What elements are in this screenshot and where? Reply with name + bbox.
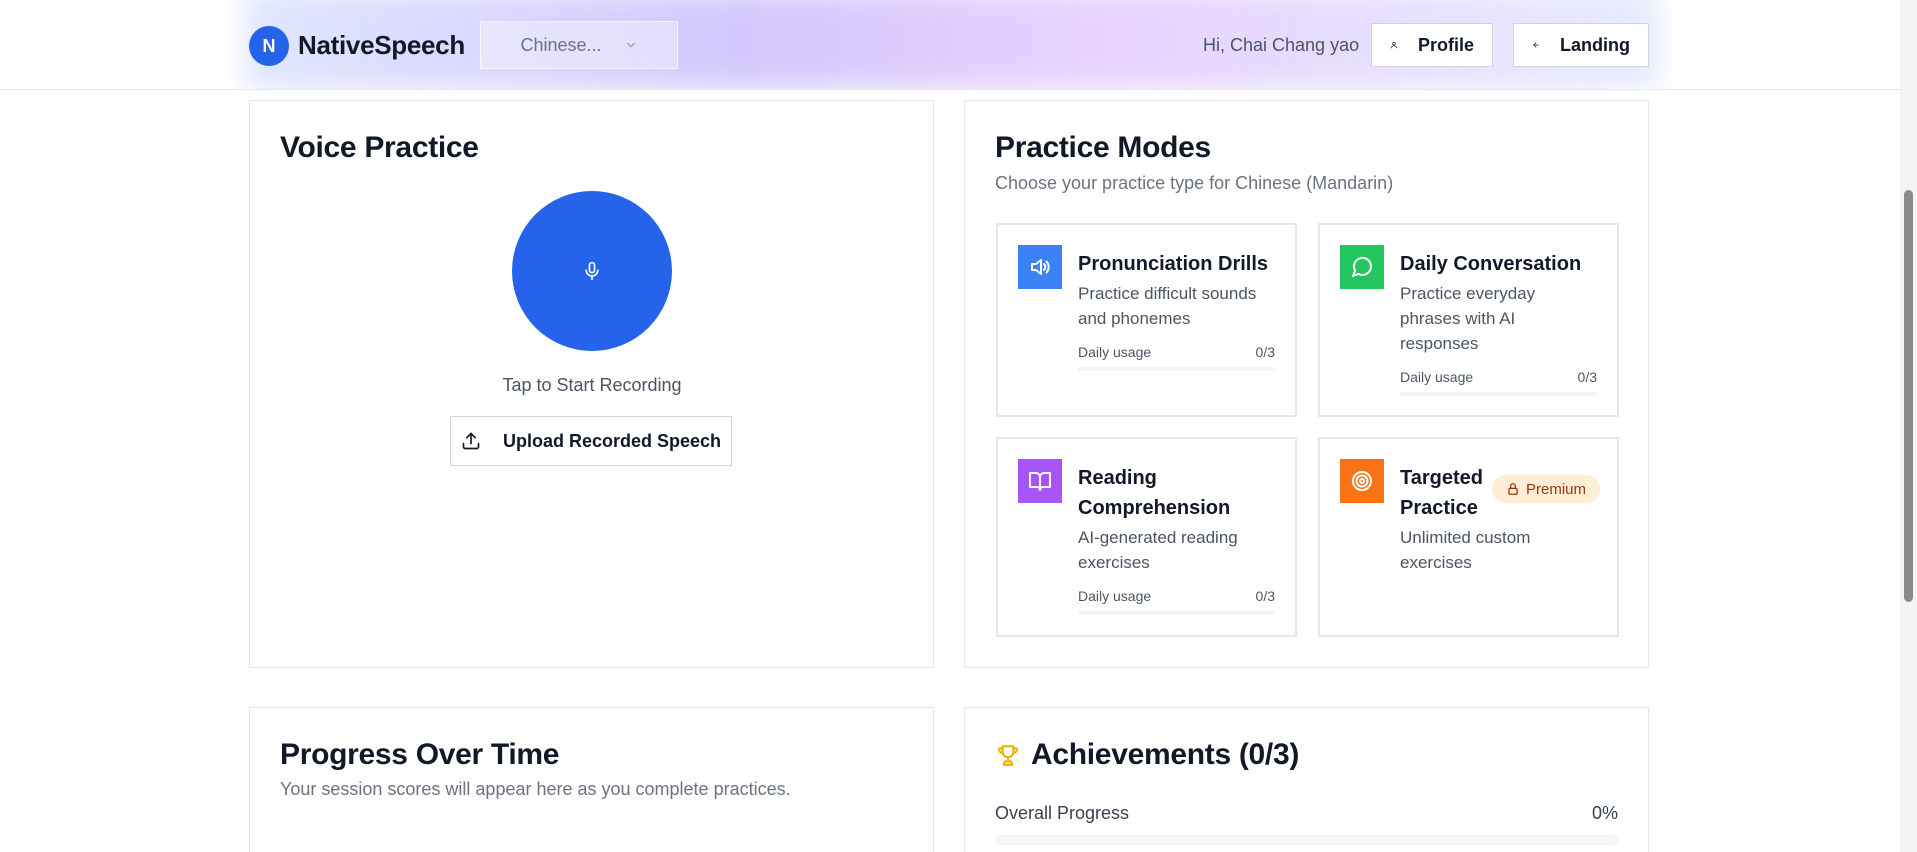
mode-title: Targeted Practice [1400,467,1483,519]
user-icon [1390,42,1397,49]
daily-usage-row: Daily usage 0/3 [1078,344,1275,360]
target-icon [1352,471,1372,491]
book-icon [1029,472,1051,491]
mode-description: Unlimited custom exercises [1400,528,1531,572]
overall-progress-row: Overall Progress 0% [995,803,1618,824]
upload-icon [462,432,480,450]
microphone-icon [585,261,599,281]
mode-icon-box [1340,245,1384,289]
chevron-down-icon [626,42,635,48]
chat-bubble-icon [1352,256,1373,277]
mode-description: Practice everyday phrases with AI respon… [1400,284,1536,353]
mode-targeted-practice[interactable]: Targeted Practice Premium Unlimited cust… [1318,437,1619,637]
profile-button[interactable]: Profile [1371,23,1493,67]
mode-title: Pronunciation Drills [1078,253,1269,275]
daily-usage-bar [1078,611,1275,615]
daily-usage-row: Daily usage 0/3 [1400,369,1597,385]
top-header: N NativeSpeech Chinese... Hi, Chai Chang… [0,0,1900,90]
upload-speech-button[interactable]: Upload Recorded Speech [450,416,732,466]
practice-modes-subtitle: Choose your practice type for Chinese (M… [995,173,1394,193]
upload-speech-label: Upload Recorded Speech [502,430,722,451]
premium-badge-label: Premium [1526,480,1587,498]
practice-modes-card: Practice Modes Choose your practice type… [964,100,1649,668]
overall-progress-label: Overall Progress [995,803,1130,823]
record-button[interactable] [512,191,672,351]
mode-icon-box [1340,459,1384,503]
progress-title: Progress Over Time [280,738,560,771]
overall-progress-value: 0% [1591,803,1618,823]
achievements-header: Achievements (0/3) [995,738,1299,772]
practice-modes-title: Practice Modes [995,131,1211,164]
trophy-icon [998,745,1018,766]
page-scrollbar-thumb[interactable] [1904,190,1913,602]
logo-badge[interactable]: N [249,26,289,66]
mode-title: Reading Comprehension [1078,467,1231,519]
daily-usage-label: Daily usage [1400,369,1474,385]
daily-usage-bar [1078,367,1275,371]
voice-practice-card: Voice Practice Tap to Start Recording Up… [249,100,934,668]
mode-icon-box [1018,459,1062,503]
mode-daily-conversation[interactable]: Daily Conversation Practice everyday phr… [1318,223,1619,417]
overall-progress-bar [995,835,1618,845]
mode-description: Practice difficult sounds and phonemes [1078,284,1257,328]
daily-usage-row: Daily usage 0/3 [1078,588,1275,604]
landing-button[interactable]: Landing [1513,23,1649,67]
mode-reading-comprehension[interactable]: Reading Comprehension AI-generated readi… [996,437,1297,637]
daily-usage-label: Daily usage [1078,344,1152,360]
achievements-title: Achievements (0/3) [1031,738,1300,771]
daily-usage-label: Daily usage [1078,588,1152,604]
daily-usage-count: 0/3 [1255,588,1275,604]
mode-description: AI-generated reading exercises [1078,528,1238,572]
speaker-icon [1031,259,1050,275]
brand-name[interactable]: NativeSpeech [298,30,465,61]
mode-pronunciation-drills[interactable]: Pronunciation Drills Practice difficult … [996,223,1297,417]
landing-button-label: Landing [1560,34,1630,55]
daily-usage-bar [1400,392,1597,396]
progress-subtitle: Your session scores will appear here as … [280,779,791,799]
progress-card: Progress Over Time Your session scores w… [249,707,934,852]
premium-badge: Premium [1492,475,1601,503]
language-select[interactable]: Chinese... [480,21,678,69]
voice-practice-title: Voice Practice [280,131,479,164]
mode-icon-box [1018,245,1062,289]
logo-letter: N [262,35,276,56]
mode-title: Daily Conversation [1400,253,1582,275]
language-select-value: Chinese... [520,34,602,55]
user-greeting: Hi, Chai Chang yao [1203,35,1360,55]
achievements-card: Achievements (0/3) Overall Progress 0% [964,707,1649,852]
tap-to-record-label: Tap to Start Recording [502,375,682,395]
daily-usage-count: 0/3 [1577,369,1597,385]
profile-button-label: Profile [1417,34,1474,55]
arrow-left-icon [1533,42,1539,48]
lock-icon [1508,483,1518,495]
daily-usage-count: 0/3 [1255,344,1275,360]
